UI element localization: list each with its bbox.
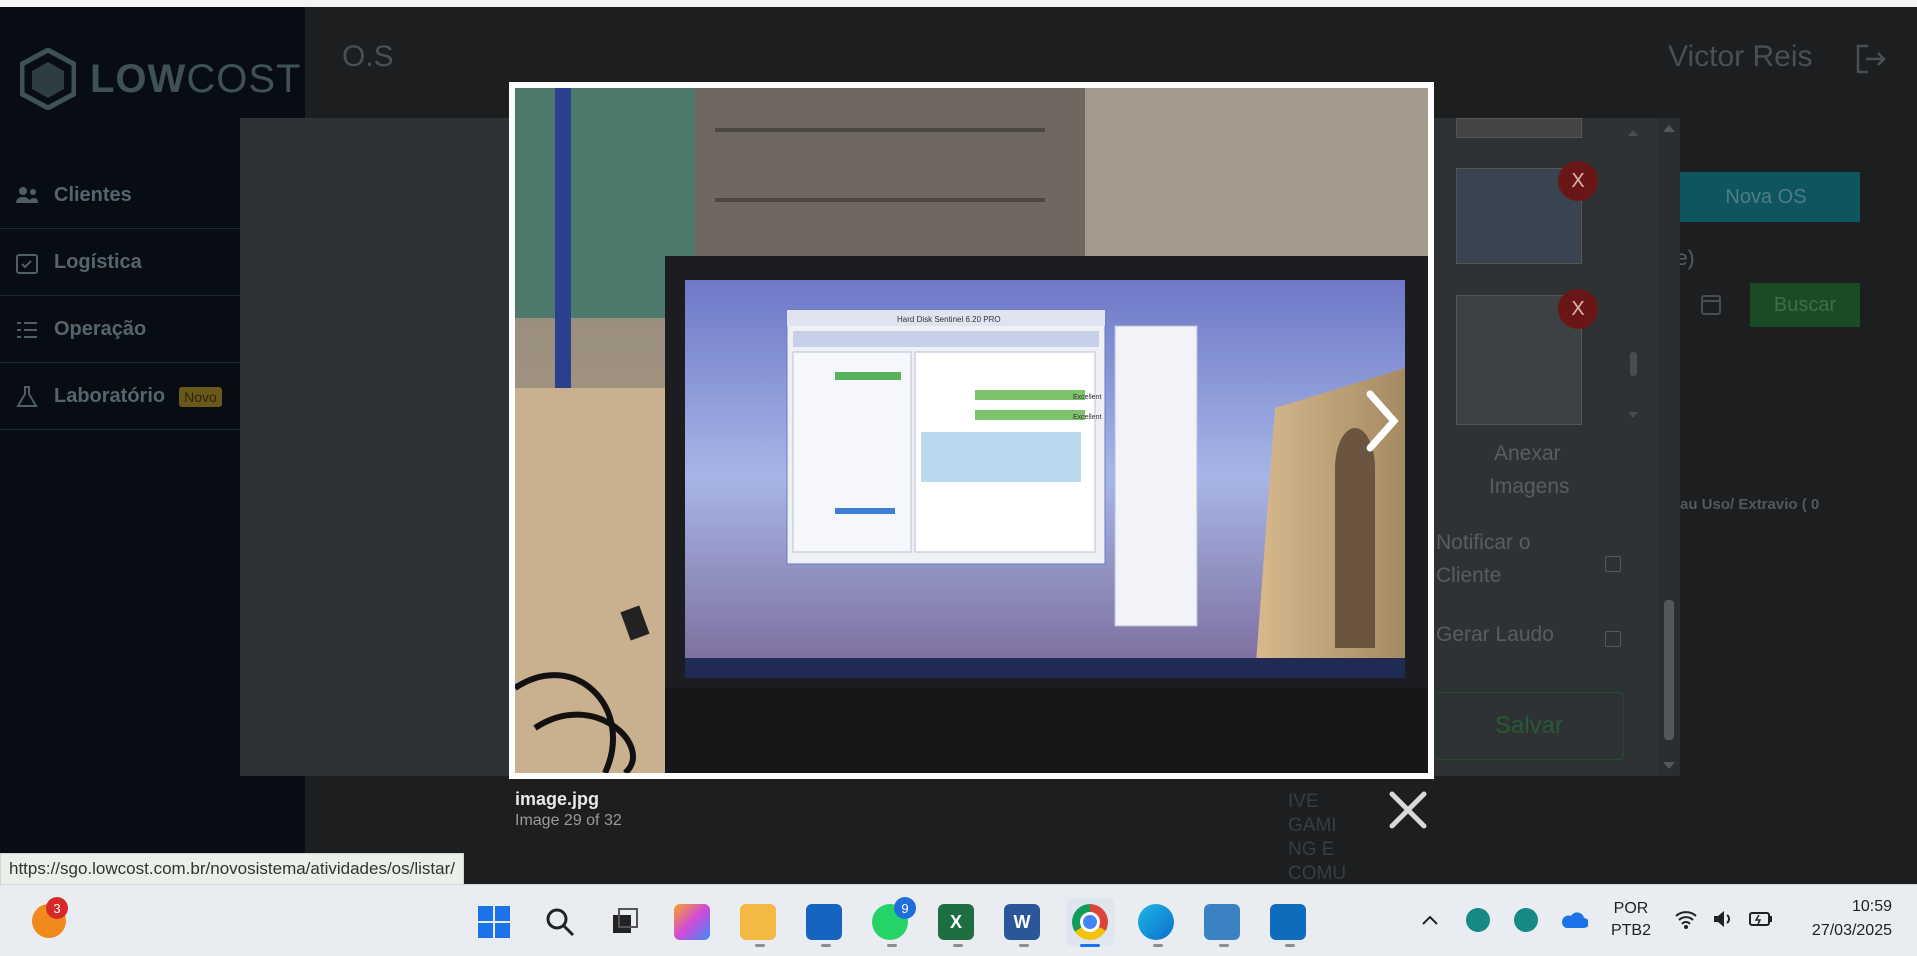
brand-light: COST (186, 56, 302, 101)
image-file-name: image.jpg (515, 789, 600, 809)
search-button[interactable]: Buscar (1750, 283, 1860, 327)
laptop-photo: Hard Disk Sentinel 6.20 PRO Excellent Ex… (515, 88, 1428, 773)
save-label: Salvar (1494, 712, 1564, 739)
logout-icon[interactable] (1854, 42, 1888, 76)
photo-status-2: Excellent (1073, 414, 1101, 421)
close-lightbox-icon[interactable] (1386, 788, 1430, 832)
sidebar-item-clientes[interactable]: Clientes (0, 163, 240, 229)
whatsapp-badge: 9 (894, 897, 916, 919)
edge-icon[interactable] (1138, 904, 1174, 940)
app-open-indicator (953, 944, 963, 947)
new-os-button[interactable]: Nova OS (1672, 172, 1860, 222)
sidebar-item-label: Operação (54, 318, 147, 340)
outlook-icon[interactable] (1270, 904, 1306, 940)
calendar-icon[interactable] (1700, 292, 1722, 316)
search-icon[interactable] (542, 904, 578, 940)
user-name[interactable]: Victor Reis (1668, 40, 1813, 74)
notification-badge: 3 (46, 897, 68, 919)
attach-label-line2: Imagens (1489, 475, 1570, 498)
windows-start-icon[interactable] (476, 904, 512, 940)
chrome-center (1080, 912, 1100, 932)
sidebar-item-label: Logística (54, 251, 142, 273)
vpn-lock-icon[interactable] (1466, 908, 1490, 932)
attach-label-line1: Anexar (1494, 442, 1561, 465)
calendar-check-icon (16, 253, 38, 274)
flask-icon (16, 385, 38, 407)
app-open-indicator (1019, 944, 1029, 947)
status-url-tooltip: https://sgo.lowcost.com.br/novosistema/a… (0, 853, 464, 885)
file-explorer-icon[interactable] (740, 904, 776, 940)
modal-scrollbar[interactable] (1658, 118, 1680, 776)
report-label: Gerar Laudo (1436, 623, 1554, 646)
brand-logo[interactable]: LOWCOST (20, 48, 301, 110)
image-counter: Image 29 of 32 (515, 812, 622, 829)
app-open-indicator (1285, 944, 1295, 947)
novo-badge: Novo (179, 386, 222, 407)
app-open-indicator (1153, 944, 1163, 947)
photo-status-1: Excellent (1073, 394, 1101, 401)
new-os-label: Nova OS (1725, 185, 1807, 208)
photo-window-title: Hard Disk Sentinel 6.20 PRO (897, 315, 1001, 324)
remove-label: X (1571, 169, 1585, 192)
inner-scrollbar[interactable] (1626, 124, 1640, 424)
sidebar-item-laboratorio[interactable]: Laboratório Novo (0, 364, 240, 430)
logo-hex-icon (20, 48, 76, 110)
brand-name: LOWCOST (90, 57, 301, 102)
word-letter: W (1013, 911, 1031, 932)
onedrive-icon[interactable] (1560, 910, 1588, 930)
task-view-icon[interactable] (608, 904, 644, 940)
lightbox-image[interactable]: Hard Disk Sentinel 6.20 PRO Excellent Ex… (515, 88, 1428, 773)
page-title: O.S (342, 40, 394, 73)
volume-icon[interactable] (1712, 908, 1734, 930)
notify-label-line2: Cliente (1436, 564, 1502, 587)
table-column-partial: au Uso/ Extravio ( 0 (1680, 496, 1820, 513)
remove-image-button[interactable]: X (1558, 161, 1598, 201)
table-cell-partial: IVE GAMI NG E COMU (1288, 791, 1347, 884)
search-label: Buscar (1773, 293, 1837, 316)
notepad-icon[interactable] (1204, 904, 1240, 940)
keyboard-layout[interactable]: PTB2 (1606, 922, 1656, 940)
remove-image-button[interactable]: X (1558, 289, 1598, 329)
excel-icon[interactable]: X (938, 904, 974, 940)
chevron-up-icon[interactable] (1420, 910, 1440, 930)
battery-icon[interactable] (1748, 908, 1774, 930)
generate-report-checkbox[interactable] (1605, 631, 1621, 647)
sidebar-item-label: Clientes (54, 184, 132, 206)
notify-label-line1: Notificar o (1436, 531, 1531, 554)
clock-date[interactable]: 27/03/2025 (1792, 922, 1892, 940)
app-open-indicator (755, 944, 765, 947)
browser-top-strip (0, 0, 1917, 7)
e-app-icon[interactable] (1514, 908, 1538, 932)
sidebar-item-operacao[interactable]: Operação (0, 297, 240, 363)
language-code[interactable]: POR (1606, 900, 1656, 918)
notify-client-checkbox[interactable] (1605, 556, 1621, 572)
word-icon[interactable]: W (1004, 904, 1040, 940)
copilot-icon[interactable] (674, 904, 710, 940)
clock-time[interactable]: 10:59 (1792, 898, 1892, 916)
chrome-icon[interactable] (1072, 904, 1108, 940)
users-icon (16, 186, 38, 203)
brand-bold: LOW (90, 56, 187, 101)
app-open-indicator (821, 944, 831, 947)
attachment-thumbnail[interactable] (1456, 118, 1582, 138)
app-open-indicator (887, 944, 897, 947)
list-icon (17, 321, 37, 338)
wifi-icon[interactable] (1674, 908, 1698, 930)
microsoft-store-icon[interactable] (806, 904, 842, 940)
chrome-active-indicator (1080, 944, 1100, 947)
app-open-indicator (1219, 944, 1229, 947)
sidebar-item-label: Laboratório (54, 385, 166, 407)
excel-letter: X (949, 911, 962, 932)
remove-label: X (1571, 297, 1585, 320)
save-button[interactable]: Salvar (1434, 692, 1624, 760)
sidebar-item-logistica[interactable]: Logística (0, 230, 240, 296)
next-image-arrow[interactable] (1362, 388, 1402, 454)
